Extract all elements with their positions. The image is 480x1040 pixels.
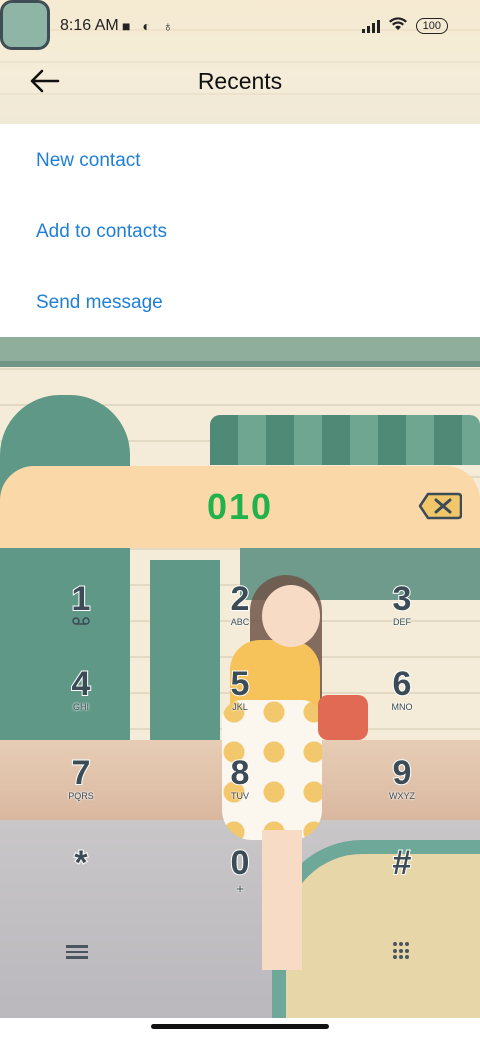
page-title: Recents — [197, 68, 283, 94]
key-digit: 2 — [230, 580, 251, 618]
key-5[interactable]: 5 JKL — [205, 665, 275, 712]
key-1[interactable]: 1 — [46, 580, 116, 627]
key-4[interactable]: 4 GHI — [46, 665, 116, 712]
key-digit: 7 — [71, 754, 92, 792]
key-star[interactable]: * — [46, 844, 116, 882]
key-digit: 5 — [230, 665, 251, 703]
dialpad-icon[interactable] — [393, 942, 411, 960]
status-right: 100 — [361, 17, 448, 34]
key-0[interactable]: 0 + — [205, 844, 275, 896]
action-menu: New contact Add to contacts Send message — [0, 124, 480, 337]
signal-icon — [361, 19, 380, 33]
voicemail-icon — [46, 617, 116, 627]
key-3[interactable]: 3 DEF — [367, 580, 437, 627]
status-bar: 8:16 AM ■ ◐ ♁ 100 — [0, 0, 480, 56]
home-handle[interactable] — [151, 1024, 329, 1029]
key-6[interactable]: 6 MNO — [367, 665, 437, 712]
key-digit: 4 — [71, 665, 92, 703]
key-digit: 1 — [71, 580, 92, 618]
key-letters: GHI — [72, 702, 89, 712]
menu-icon[interactable] — [66, 942, 88, 960]
status-notification-icons: ■ ◐ ♁ — [122, 18, 178, 34]
key-digit: * — [73, 844, 88, 882]
robot-icon[interactable] — [0, 0, 50, 50]
delete-icon — [418, 492, 463, 520]
key-hash[interactable]: # — [367, 844, 437, 882]
key-8[interactable]: 8 TUV — [205, 754, 275, 801]
title-bar: Recents — [0, 56, 480, 124]
number-display: 010 — [0, 466, 480, 548]
key-digit: 3 — [392, 580, 413, 618]
add-to-contacts-option[interactable]: Add to contacts — [36, 221, 167, 243]
battery-indicator: 100 — [415, 17, 448, 34]
wifi-icon — [388, 17, 408, 34]
key-9[interactable]: 9 WXYZ — [367, 754, 437, 801]
key-letters: ABC — [230, 617, 250, 627]
navigation-bar — [0, 1018, 480, 1040]
status-time: 8:16 AM — [60, 17, 119, 34]
key-letters: JKL — [232, 702, 248, 712]
key-digit: 9 — [392, 754, 413, 792]
dialed-number[interactable]: 010 — [0, 486, 480, 528]
key-digit: 0 — [230, 844, 251, 882]
key-letters: TUV — [231, 791, 249, 801]
key-digit: # — [392, 844, 413, 882]
key-letters: MNO — [391, 702, 413, 712]
new-contact-option[interactable]: New contact — [36, 150, 141, 172]
key-7[interactable]: 7 PQRS — [46, 754, 116, 801]
send-message-option[interactable]: Send message — [36, 292, 163, 314]
key-letters: WXYZ — [389, 791, 415, 801]
delete-button[interactable] — [418, 492, 463, 520]
key-letters: + — [236, 881, 244, 896]
key-digit: 8 — [230, 754, 251, 792]
key-2[interactable]: 2 ABC — [205, 580, 275, 627]
key-letters: DEF — [393, 617, 411, 627]
key-letters: PQRS — [68, 791, 94, 801]
key-digit: 6 — [392, 665, 413, 703]
